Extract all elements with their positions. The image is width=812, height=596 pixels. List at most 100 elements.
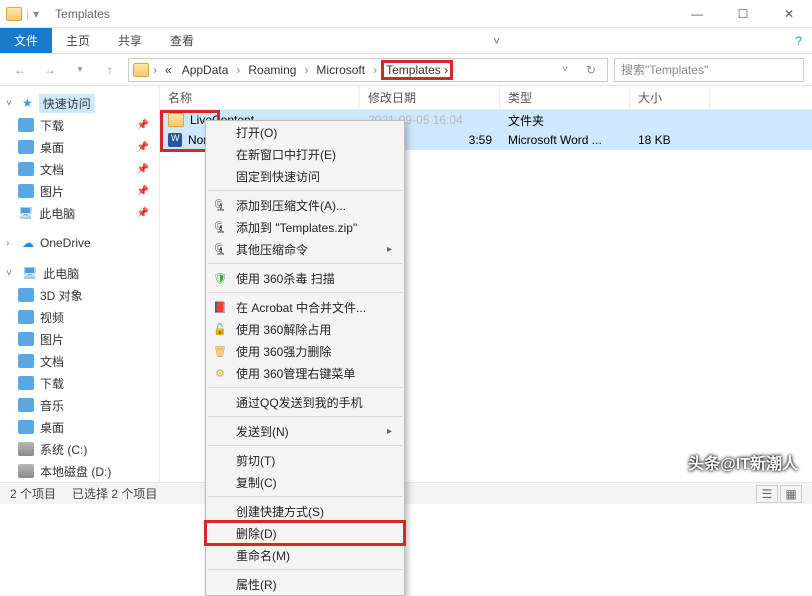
nav-forward-button[interactable]: → <box>38 58 62 82</box>
sidebar-label: 视频 <box>40 309 64 326</box>
breadcrumb-dropdown-icon[interactable]: ˅ <box>553 58 577 82</box>
pc-icon: 🖥 <box>22 266 37 280</box>
col-size[interactable]: 大小 <box>630 86 710 109</box>
menu-open-new-window[interactable]: 在新窗口中打开(E) <box>206 143 404 165</box>
maximize-button[interactable]: ☐ <box>720 0 766 28</box>
menu-label: 使用 360管理右键菜单 <box>236 365 355 382</box>
crumb-templates[interactable]: Templates › <box>381 60 453 80</box>
refresh-icon[interactable]: ↻ <box>579 58 603 82</box>
pictures-icon <box>18 184 34 198</box>
crumb-microsoft[interactable]: Microsoft <box>312 63 369 77</box>
sidebar-label: 下载 <box>40 375 64 392</box>
sidebar-label: 桌面 <box>40 419 64 436</box>
sidebar-label: 图片 <box>40 183 64 200</box>
menu-delete[interactable]: 删除(D) <box>206 522 404 544</box>
sidebar-onedrive[interactable]: › ☁ OneDrive <box>0 232 159 254</box>
col-type[interactable]: 类型 <box>500 86 630 109</box>
menu-label: 通过QQ发送到我的手机 <box>236 394 363 411</box>
pdf-icon: 📕 <box>212 299 228 315</box>
nav-recent-button[interactable]: ▾ <box>68 58 92 82</box>
crumb-roaming[interactable]: Roaming <box>244 63 300 77</box>
nav-up-button[interactable]: ↑ <box>98 58 122 82</box>
col-name[interactable]: 名称 <box>160 86 360 109</box>
sidebar-item-downloads[interactable]: 下载📌 <box>0 114 159 136</box>
menu-360-scan[interactable]: 🛡使用 360杀毒 扫描 <box>206 267 404 289</box>
breadcrumb[interactable]: › « AppData › Roaming › Microsoft › Temp… <box>128 58 608 82</box>
sidebar-item-drive-c[interactable]: 系统 (C:) <box>0 438 159 460</box>
sidebar-quick-access[interactable]: ˅ ★ 快速访问 <box>0 92 159 114</box>
crumb-ellipsis[interactable]: « <box>161 63 176 77</box>
sidebar-item-desktop2[interactable]: 桌面 <box>0 416 159 438</box>
tab-home[interactable]: 主页 <box>52 28 104 53</box>
menu-cut[interactable]: 剪切(T) <box>206 449 404 471</box>
menu-label: 在 Acrobat 中合并文件... <box>236 299 366 316</box>
menu-compress-zip[interactable]: 🗜添加到 "Templates.zip" <box>206 216 404 238</box>
chevron-right-icon[interactable]: › <box>234 63 242 77</box>
menu-label: 复制(C) <box>236 474 277 491</box>
close-button[interactable]: ✕ <box>766 0 812 28</box>
menu-360-unlock[interactable]: 🔓使用 360解除占用 <box>206 318 404 340</box>
file-size: 18 KB <box>630 133 710 147</box>
ribbon-expand-icon[interactable]: ˅ <box>483 28 510 53</box>
menu-send-to[interactable]: 发送到(N)▸ <box>206 420 404 442</box>
menu-separator <box>208 569 402 570</box>
menu-compress-add[interactable]: 🗜添加到压缩文件(A)... <box>206 194 404 216</box>
sidebar-item-pictures[interactable]: 图片 📌 <box>0 180 159 202</box>
navigation-pane: ˅ ★ 快速访问 下载📌 桌面📌 文档 📌 图片 📌 🖥此电脑📌 › ☁ OneDr… <box>0 86 160 482</box>
sidebar-item-documents2[interactable]: 文档 <box>0 350 159 372</box>
sidebar-item-drive-d[interactable]: 本地磁盘 (D:) <box>0 460 159 482</box>
videos-icon <box>18 310 34 324</box>
tab-view[interactable]: 查看 <box>156 28 208 53</box>
view-icons-button[interactable]: ▦ <box>780 485 802 503</box>
content-area: ˅ ★ 快速访问 下载📌 桌面📌 文档 📌 图片 📌 🖥此电脑📌 › ☁ OneDr… <box>0 86 812 482</box>
status-bar: 2 个项目 已选择 2 个项目 ☰ ▦ <box>0 482 812 504</box>
menu-create-shortcut[interactable]: 创建快捷方式(S) <box>206 500 404 522</box>
pin-icon: 📌 <box>137 164 149 175</box>
menu-360-force-delete[interactable]: 🗑使用 360强力删除 <box>206 340 404 362</box>
crumb-appdata[interactable]: AppData <box>178 63 233 77</box>
downloads-icon <box>18 118 34 132</box>
pin-icon: 📌 <box>137 186 149 197</box>
menu-separator <box>208 445 402 446</box>
menu-acrobat-merge[interactable]: 📕 在 Acrobat 中合并文件... <box>206 296 404 318</box>
sidebar-item-desktop[interactable]: 桌面📌 <box>0 136 159 158</box>
chevron-right-icon[interactable]: › <box>302 63 310 77</box>
menu-open[interactable]: 打开(O) <box>206 121 404 143</box>
sidebar-thispc[interactable]: ˅ 🖥 此电脑 <box>0 262 159 284</box>
sidebar-label: 文档 <box>40 353 64 370</box>
menu-copy[interactable]: 复制(C) <box>206 471 404 493</box>
menu-label: 属性(R) <box>236 576 277 593</box>
documents-icon <box>18 354 34 368</box>
qat-chevron-icon[interactable]: ▾ <box>33 7 39 21</box>
view-details-button[interactable]: ☰ <box>756 485 778 503</box>
menu-pin-quick-access[interactable]: 固定到快速访问 <box>206 165 404 187</box>
menu-separator <box>208 292 402 293</box>
menu-compress-other[interactable]: 🗜其他压缩命令▸ <box>206 238 404 260</box>
sidebar-item-music[interactable]: 音乐 <box>0 394 159 416</box>
menu-label: 剪切(T) <box>236 452 275 469</box>
nav-back-button[interactable]: ← <box>8 58 32 82</box>
chevron-right-icon[interactable]: › <box>371 63 379 77</box>
sidebar-item-downloads2[interactable]: 下载 <box>0 372 159 394</box>
sidebar-label: 文档 <box>40 161 64 178</box>
sidebar-item-documents[interactable]: 文档 📌 <box>0 158 159 180</box>
help-icon[interactable]: ? <box>785 28 812 53</box>
sidebar-item-pictures2[interactable]: 图片 <box>0 328 159 350</box>
status-item-count: 2 个项目 <box>10 485 56 502</box>
sidebar-item-videos[interactable]: 视频 <box>0 306 159 328</box>
chevron-right-icon: ▸ <box>387 244 392 255</box>
minimize-button[interactable]: — <box>674 0 720 28</box>
chevron-right-icon[interactable]: › <box>151 63 159 77</box>
menu-360-manage[interactable]: ⚙使用 360管理右键菜单 <box>206 362 404 384</box>
search-input[interactable]: 搜索"Templates" <box>614 58 804 82</box>
col-date[interactable]: 修改日期 <box>360 86 500 109</box>
tab-file[interactable]: 文件 <box>0 28 52 53</box>
sidebar-item-3dobjects[interactable]: 3D 对象 <box>0 284 159 306</box>
sidebar-item-thispc-quick[interactable]: 🖥此电脑📌 <box>0 202 159 224</box>
tab-share[interactable]: 共享 <box>104 28 156 53</box>
menu-rename[interactable]: 重命名(M) <box>206 544 404 566</box>
menu-qq-send[interactable]: 通过QQ发送到我的手机 <box>206 391 404 413</box>
chevron-down-icon: ˅ <box>6 98 16 109</box>
menu-properties[interactable]: 属性(R) <box>206 573 404 595</box>
chevron-down-icon: ˅ <box>6 268 16 279</box>
